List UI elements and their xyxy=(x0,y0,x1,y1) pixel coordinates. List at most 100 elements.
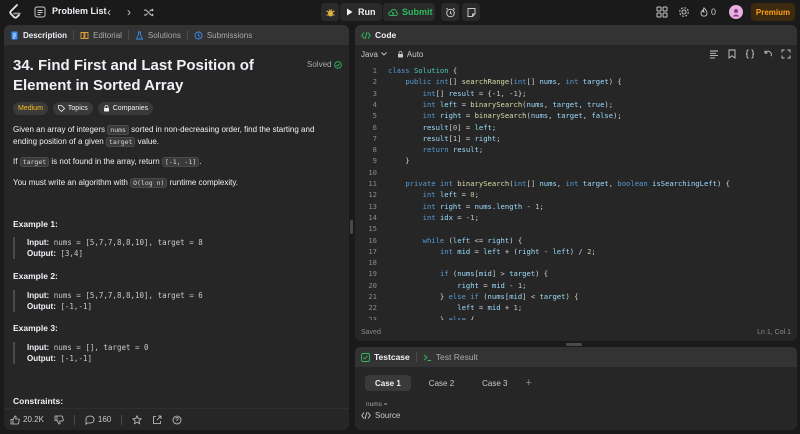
leetcode-logo-icon[interactable] xyxy=(8,4,22,20)
description-paragraph-3: You must write an algorithm with O(log n… xyxy=(13,177,338,189)
line-number: 14 xyxy=(368,212,377,222)
topics-button[interactable]: Topics xyxy=(52,102,93,115)
code-line: 18 xyxy=(355,257,797,268)
add-case-button[interactable]: + xyxy=(526,377,532,389)
tab-editorial[interactable]: Editorial xyxy=(74,25,128,45)
dislike-button[interactable] xyxy=(54,415,64,425)
run-button[interactable]: Run xyxy=(340,3,382,21)
tab-testcase[interactable]: Testcase xyxy=(355,352,416,362)
chevron-left-icon[interactable]: ‹ xyxy=(102,5,116,19)
book-icon xyxy=(80,31,89,39)
problem-list-link[interactable]: Problem List xyxy=(52,6,107,16)
debug-button[interactable] xyxy=(321,3,339,21)
bookmark-icon[interactable] xyxy=(727,49,737,59)
code-line: 12 int left = 0; xyxy=(355,189,797,200)
source-button[interactable]: Source xyxy=(361,411,400,420)
line-number: 17 xyxy=(368,246,377,256)
gear-icon[interactable] xyxy=(677,5,691,19)
example-input-value: nums = [5,7,7,8,8,10], target = 8 xyxy=(53,238,203,247)
line-number: 16 xyxy=(368,235,377,245)
chevron-right-icon[interactable]: › xyxy=(122,5,136,19)
streak-counter[interactable]: 0 xyxy=(700,5,716,19)
description-panel: Description Editorial Solutions Submissi… xyxy=(4,25,349,430)
favorite-button[interactable] xyxy=(132,414,143,425)
share-button[interactable] xyxy=(152,415,162,425)
code-tabs: Code xyxy=(355,25,797,45)
tab-solutions-label: Solutions xyxy=(147,30,181,40)
code-text: result[0] = left; xyxy=(422,122,497,132)
alarm-clock-icon[interactable] xyxy=(441,3,459,21)
like-button[interactable]: 20.2K xyxy=(10,415,44,425)
code-text: private int binarySearch(int[] nums, int… xyxy=(405,179,730,188)
chevron-down-icon xyxy=(381,52,387,56)
line-number: 1 xyxy=(372,66,377,75)
code-line: 13 int right = nums.length - 1; xyxy=(355,201,797,212)
line-number: 10 xyxy=(368,167,377,177)
checkbox-icon xyxy=(361,352,370,362)
input-label: Input: xyxy=(27,291,50,300)
tab-solutions[interactable]: Solutions xyxy=(129,25,187,45)
code-editor[interactable]: 1 class Solution {2 public int[] searchRa… xyxy=(355,65,797,320)
desc-text: runtime complexity. xyxy=(167,178,238,187)
tab-test-result[interactable]: Test Result xyxy=(417,352,484,362)
tab-description[interactable]: Description xyxy=(4,25,73,45)
comments-button[interactable]: 160 xyxy=(85,415,111,425)
example-title: Example 3: xyxy=(13,323,58,333)
horizontal-resize-handle[interactable] xyxy=(566,343,582,346)
code-text: } else { xyxy=(388,314,475,320)
example-input-value: nums = [], target = 0 xyxy=(53,343,149,352)
problem-title: 34. Find First and Last Position of Elem… xyxy=(13,57,254,94)
line-number: 7 xyxy=(372,133,377,143)
language-select[interactable]: Java xyxy=(361,50,387,59)
companies-button[interactable]: Companies xyxy=(97,102,154,115)
tab-submissions[interactable]: Submissions xyxy=(188,25,258,45)
code-text: right = mid - 1; xyxy=(457,280,527,290)
fire-icon xyxy=(700,7,708,17)
reset-icon[interactable] xyxy=(763,49,773,59)
description-tabs: Description Editorial Solutions Submissi… xyxy=(4,25,349,45)
language-label: Java xyxy=(361,49,378,59)
auto-mode-toggle[interactable]: Auto xyxy=(397,50,423,59)
code-line: 9 } xyxy=(355,155,797,166)
example-block: Input: nums = [], target = 0 Output: [-1… xyxy=(13,342,333,364)
fullscreen-icon[interactable] xyxy=(781,49,791,59)
code-line: 8 return result; xyxy=(355,144,797,155)
editor-actions xyxy=(709,49,791,59)
code-line: 22 left = mid + 1; xyxy=(355,302,797,313)
run-label: Run xyxy=(358,7,376,17)
submit-label: Submit xyxy=(402,7,433,17)
case-tab[interactable]: Case 3 xyxy=(472,375,517,391)
avatar[interactable] xyxy=(729,5,743,19)
code-text: } xyxy=(388,156,410,166)
shuffle-icon[interactable] xyxy=(141,5,155,19)
line-number: 5 xyxy=(372,111,377,121)
premium-button[interactable]: Premium xyxy=(751,3,795,21)
code-line: 16 while (left <= right) { xyxy=(355,235,797,246)
streak-count: 0 xyxy=(711,7,717,17)
code-line: 2 public int[] searchRange(int[] nums, i… xyxy=(355,76,797,87)
notes-icon[interactable] xyxy=(462,3,480,21)
format-align-icon[interactable] xyxy=(709,49,719,59)
example-input: Input: nums = [], target = 0 xyxy=(27,342,333,353)
tab-code[interactable]: Code xyxy=(355,30,402,40)
desc-text: If xyxy=(13,157,20,166)
input-label: Input: xyxy=(27,343,50,352)
code-text: int[] result = {-1, -1}; xyxy=(422,88,527,98)
layout-grid-icon[interactable] xyxy=(655,5,669,19)
tab-description-label: Description xyxy=(23,30,68,40)
output-label: Output: xyxy=(27,302,56,311)
case-tab[interactable]: Case 2 xyxy=(419,375,464,391)
braces-icon[interactable] xyxy=(745,49,755,59)
saved-status: Saved xyxy=(361,328,381,336)
case-tab[interactable]: Case 1 xyxy=(365,375,411,391)
help-button[interactable] xyxy=(172,415,182,425)
code-text: return result; xyxy=(422,145,484,155)
lock-icon xyxy=(103,105,109,112)
code-editor-panel: Code Java Auto 1 class Solution {2 public… xyxy=(355,25,797,341)
vertical-resize-handle[interactable] xyxy=(350,220,353,234)
line-number: 9 xyxy=(372,156,377,166)
example-block: Input: nums = [5,7,7,8,8,10], target = 8… xyxy=(13,237,333,259)
problem-list-icon[interactable] xyxy=(34,6,46,18)
submit-button[interactable]: Submit xyxy=(383,3,435,21)
footer-divider xyxy=(73,414,75,425)
